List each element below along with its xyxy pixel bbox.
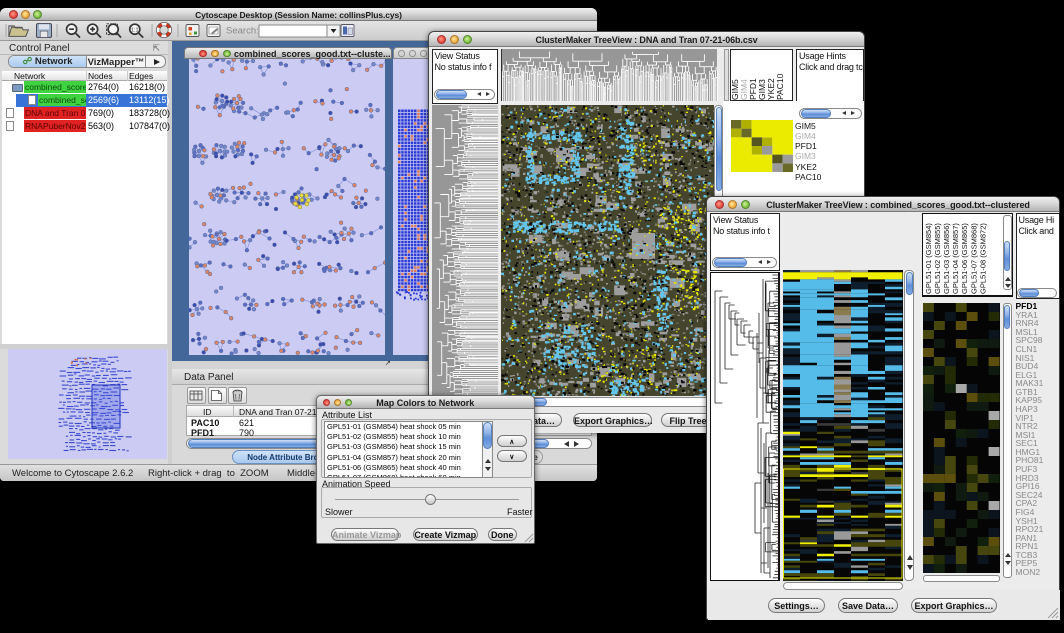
svg-text:GPL51-03 (GSM856): GPL51-03 (GSM856) [942, 223, 951, 294]
svg-text:1:1: 1:1 [131, 28, 139, 34]
svg-text:Search:: Search: [226, 26, 259, 37]
svg-text:GPL51-02 (GSM855): GPL51-02 (GSM855) [933, 223, 942, 294]
svg-text:GPL51-01 (GSM854): GPL51-01 (GSM854) [924, 223, 933, 294]
svg-text:GPL51-08 (GSM872): GPL51-08 (GSM872) [978, 223, 987, 294]
svg-text:GPL51-07 (GSM868): GPL51-07 (GSM868) [969, 223, 978, 294]
svg-text:PAC10: PAC10 [775, 73, 785, 100]
svg-text:GPL51-06 (GSM865): GPL51-06 (GSM865) [960, 223, 969, 294]
svg-text:GPL51-04 (GSM857): GPL51-04 (GSM857) [951, 223, 960, 294]
